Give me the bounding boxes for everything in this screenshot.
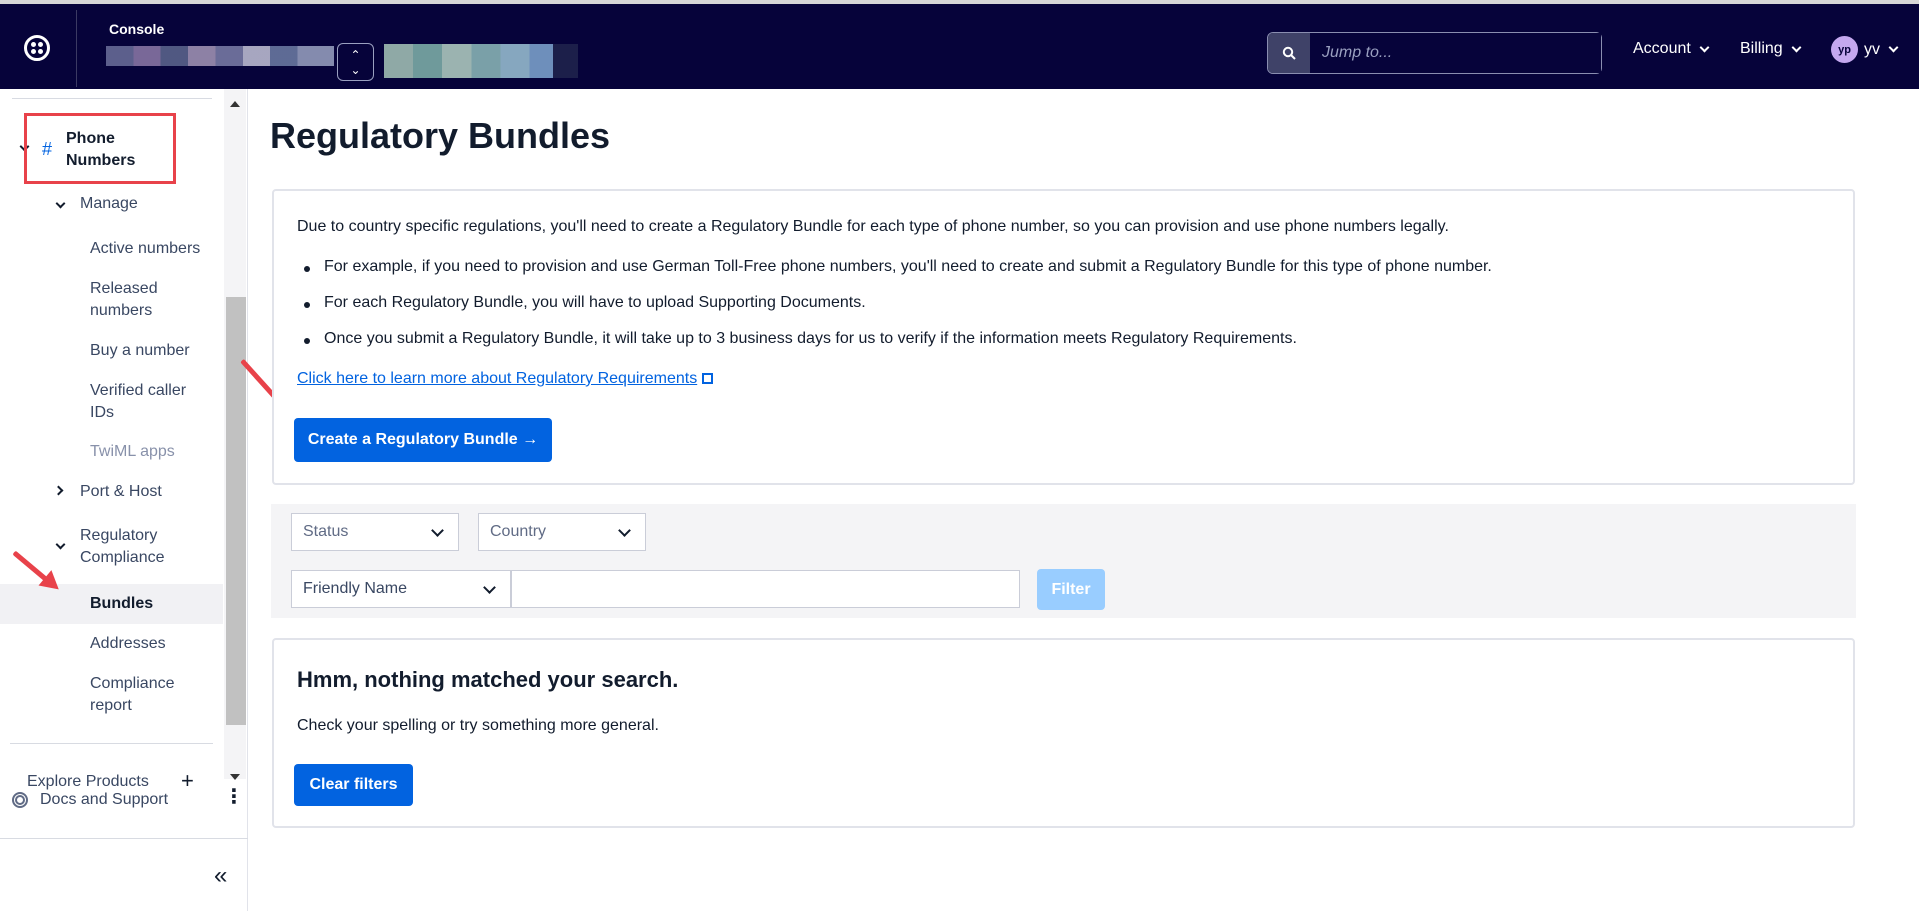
sidebar-item-manage[interactable]: Manage: [80, 193, 138, 215]
search-icon[interactable]: [1268, 33, 1310, 73]
twilio-logo-icon[interactable]: [24, 35, 50, 61]
field-select[interactable]: Friendly Name: [291, 570, 511, 608]
list-item: For example, if you need to provision an…: [304, 258, 1492, 275]
sidebar-item-phone-numbers[interactable]: Phone Numbers: [66, 128, 166, 172]
divider: [12, 98, 212, 99]
filter-button[interactable]: Filter: [1037, 569, 1105, 610]
top-navigation-bar: Console ⌃ ⌄ Account Billing yp yv: [0, 0, 1919, 89]
billing-label: Billing: [1740, 40, 1783, 57]
empty-state-title: Hmm, nothing matched your search.: [297, 667, 679, 692]
intro-text: Due to country specific regulations, you…: [297, 218, 1449, 235]
chevron-down-icon: [483, 581, 496, 594]
list-item: For each Regulatory Bundle, you will hav…: [304, 294, 866, 311]
country-select-value: Country: [490, 523, 547, 540]
learn-more-link[interactable]: Click here to learn more about Regulator…: [297, 370, 714, 388]
chevron-down-icon: ⌄: [350, 63, 361, 77]
user-menu[interactable]: yp yv: [1831, 36, 1899, 63]
sidebar-item-docs-and-support[interactable]: Docs and Support: [40, 789, 168, 811]
chevron-right-icon[interactable]: [53, 485, 64, 496]
divider: [0, 838, 248, 839]
status-select[interactable]: Status: [291, 513, 459, 551]
country-select[interactable]: Country: [478, 513, 646, 551]
chevron-down-icon[interactable]: [55, 539, 66, 550]
more-options-icon[interactable]: ⋮: [224, 787, 244, 807]
sidebar-item-buy-a-number[interactable]: Buy a number: [90, 340, 190, 362]
chevron-down-icon: [1888, 42, 1899, 53]
sidebar-item-twiml-apps[interactable]: TwiML apps: [90, 441, 175, 463]
account-name-redacted[interactable]: [106, 46, 334, 66]
chevron-down-icon: [1791, 42, 1802, 52]
account-menu[interactable]: Account: [1633, 40, 1710, 58]
sidebar-item-released-numbers[interactable]: Released numbers: [90, 278, 190, 322]
billing-menu[interactable]: Billing: [1740, 40, 1802, 58]
jump-to-input[interactable]: [1310, 33, 1601, 73]
field-select-value: Friendly Name: [303, 580, 408, 597]
create-regulatory-bundle-button[interactable]: Create a Regulatory Bundle →: [294, 418, 552, 462]
sidebar: # Phone Numbers Manage Active numbers Re…: [0, 89, 248, 911]
clear-filters-button[interactable]: Clear filters: [294, 764, 413, 806]
divider: [76, 10, 77, 87]
lifebuoy-icon: [12, 792, 28, 808]
status-select-value: Status: [303, 523, 349, 540]
sidebar-item-verified-caller-ids[interactable]: Verified caller IDs: [90, 380, 210, 424]
sidebar-item-addresses[interactable]: Addresses: [90, 633, 166, 655]
page-title: Regulatory Bundles: [270, 115, 611, 156]
sidebar-item-regulatory-compliance[interactable]: Regulatory Compliance: [80, 525, 190, 569]
scroll-up-arrow-icon[interactable]: [230, 101, 240, 107]
scroll-down-arrow-icon[interactable]: [230, 774, 240, 780]
project-name-redacted[interactable]: [384, 44, 578, 78]
divider: [10, 743, 213, 744]
info-card: Due to country specific regulations, you…: [272, 189, 1855, 485]
friendly-name-input[interactable]: [511, 570, 1020, 608]
sidebar-item-port-host[interactable]: Port & Host: [80, 481, 162, 503]
external-link-icon: [702, 373, 714, 384]
chevron-down-icon: [618, 524, 631, 537]
sidebar-item-compliance-report[interactable]: Compliance report: [90, 673, 200, 717]
learn-more-label: Click here to learn more about Regulator…: [297, 370, 698, 387]
sidebar-item-active-numbers[interactable]: Active numbers: [90, 238, 200, 260]
jump-to-search: [1267, 32, 1602, 74]
sidebar-item-bundles[interactable]: Bundles: [90, 593, 153, 615]
empty-state-card: Hmm, nothing matched your search. Check …: [272, 638, 1855, 828]
collapse-sidebar-icon[interactable]: «: [214, 864, 227, 888]
chevron-down-icon: [431, 524, 444, 537]
list-item: Once you submit a Regulatory Bundle, it …: [304, 330, 1297, 347]
avatar: yp: [1831, 36, 1858, 63]
account-switcher-button[interactable]: ⌃ ⌄: [337, 43, 374, 81]
chevron-up-icon: ⌃: [350, 48, 361, 62]
user-name: yv: [1864, 40, 1880, 58]
account-label: Account: [1633, 40, 1691, 57]
chevron-down-icon[interactable]: [55, 198, 66, 209]
empty-state-text: Check your spelling or try something mor…: [297, 717, 659, 734]
chevron-down-icon: [1699, 42, 1710, 52]
plus-icon[interactable]: +: [181, 770, 194, 792]
console-label: Console: [109, 21, 165, 37]
hash-icon: #: [42, 139, 53, 159]
